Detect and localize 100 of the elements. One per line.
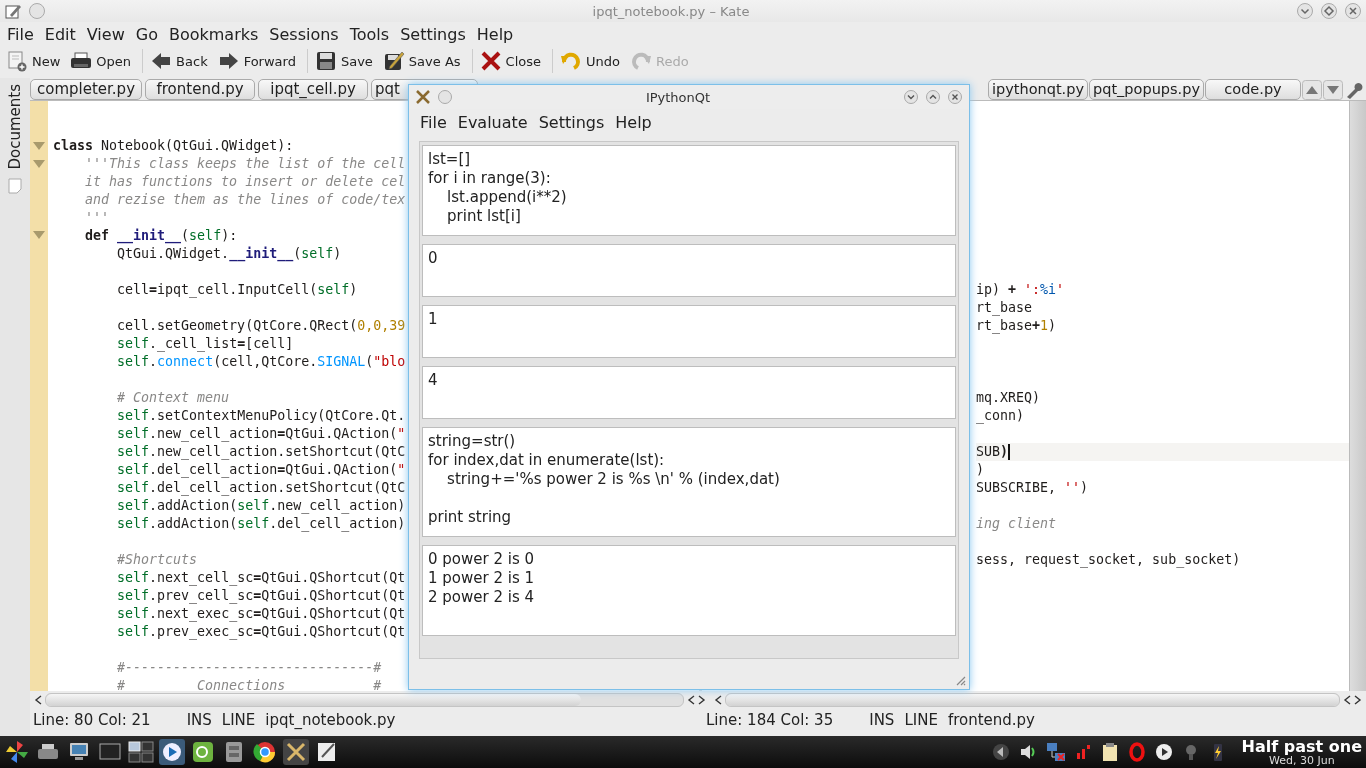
output-field[interactable]: 4 (422, 366, 956, 419)
code-line: sess, request_socket, sub_socket) (976, 551, 1241, 569)
output-field[interactable]: 0 power 2 is 0 1 power 2 is 1 2 power 2 is 4 (422, 545, 956, 636)
code-line: self.addAction(self.new_cell_action) (116, 497, 406, 515)
scroll-right-icon[interactable] (698, 695, 706, 705)
menu-item[interactable]: Edit (44, 24, 87, 44)
floppy-pencil-icon (382, 50, 405, 72)
menu-item[interactable]: Tools (349, 24, 401, 44)
menu-item[interactable]: Help (615, 112, 663, 132)
forward-button[interactable]: Forward (215, 48, 302, 74)
document-tab[interactable]: completer.py (30, 79, 143, 100)
scroll-left-icon[interactable] (714, 695, 722, 705)
clock-time[interactable]: Half past one (1241, 738, 1362, 755)
play-icon[interactable] (159, 739, 185, 765)
code-line: self.next_cell_sc=QtGui.QShortcut(Qt (116, 569, 406, 587)
document-tab[interactable]: ipqt_cell.py (258, 79, 369, 100)
document-tab[interactable]: ipythonqt.py (988, 79, 1089, 100)
scroll-right-icon[interactable] (1354, 695, 1362, 705)
menu-item[interactable]: Bookmarks (168, 24, 270, 44)
cursor-position: Line: 80 Col: 21 (33, 711, 151, 729)
code-input-field[interactable]: string=str() for index,dat in enumerate(lst): string+='%s power 2 is %s \n' % (index,dat) print string (422, 427, 956, 537)
text-cursor (1008, 444, 1011, 460)
output-field[interactable]: 1 (422, 305, 956, 358)
minimize-button[interactable] (903, 89, 919, 105)
open-button[interactable]: Open (68, 48, 138, 74)
code-line: cell.setGeometry(QtCore.QRect(0,0,39 (116, 317, 406, 335)
new-button[interactable]: New (4, 48, 67, 74)
code-line: SUB) (976, 443, 1009, 461)
output-field[interactable]: 0 (422, 244, 956, 297)
vertical-scrollbar[interactable] (1349, 101, 1366, 691)
round-app-icon[interactable] (252, 739, 278, 765)
code-line: QtGui.QWidget.__init__(self) (116, 245, 342, 263)
clock-date: Wed, 30 Jun (1268, 754, 1335, 766)
fold-marker-icon[interactable] (33, 231, 45, 240)
horizontal-scrollbar[interactable] (45, 693, 684, 707)
close-button[interactable] (1344, 2, 1362, 20)
code-line: '''This class keeps the list of the cell (84, 155, 406, 173)
code-line: self._cell_list=[cell] (116, 335, 294, 353)
code-line: self.new_cell_action=QtGui.QAction(" (116, 425, 406, 443)
code-line: mq.XREQ) (976, 389, 1041, 407)
code-line: SUBSCRIBE, '') (976, 479, 1089, 497)
code-line: ip) + ':%i' (976, 281, 1065, 299)
code-line: self.prev_exec_sc=QtGui.QShortcut(Qt (116, 623, 406, 641)
pinwheel-icon[interactable] (4, 739, 30, 765)
scroll-left-icon[interactable] (687, 695, 695, 705)
code-input-field[interactable]: lst=[] for i in range(3): lst.append(i**2) print lst[i] (422, 145, 956, 236)
window-title: ipqt_notebook.py – Kate (592, 3, 750, 19)
scroll-left-icon[interactable] (34, 695, 42, 705)
code-line: #-------------------------------# (116, 659, 382, 677)
saveas-button[interactable]: Save As (380, 48, 467, 74)
code-line: self.del_cell_action=QtGui.QAction(" (116, 461, 406, 479)
fold-marker-icon[interactable] (33, 141, 45, 150)
scroll-down-icon[interactable] (1323, 79, 1343, 100)
document-tab[interactable]: pqt_popups.py (1089, 79, 1204, 100)
undo-button[interactable]: Undo (558, 48, 626, 74)
code-line: ) (976, 461, 984, 479)
insert-mode: INS (869, 711, 895, 729)
menu-item[interactable]: Sessions (269, 24, 350, 44)
pager-icon[interactable] (128, 739, 154, 765)
back-button[interactable]: Back (148, 48, 214, 74)
selection-mode: LINE (904, 711, 938, 729)
close-button[interactable]: Close (477, 48, 547, 74)
document-tab[interactable]: code.py (1205, 79, 1301, 100)
close-icon (479, 50, 502, 72)
code-line: rt_base+1) (976, 317, 1057, 335)
code-line: self.addAction(self.del_cell_action) (116, 515, 406, 533)
code-line: # Context menu (116, 389, 230, 407)
crossed-tools-icon[interactable] (415, 89, 431, 105)
save-button[interactable]: Save (312, 48, 379, 74)
horizontal-scrollbar[interactable] (725, 693, 1340, 707)
code-line: self.setContextMenuPolicy(QtCore.Qt. (116, 407, 406, 425)
close-button[interactable] (947, 89, 963, 105)
documents-tab[interactable]: Documents (4, 80, 26, 174)
menu-item[interactable]: Help (476, 24, 525, 44)
maximize-button[interactable] (925, 89, 941, 105)
pencil-icon[interactable] (4, 2, 22, 20)
menu-item[interactable]: File (420, 112, 458, 132)
code-line: self.connect(cell,QtCore.SIGNAL("blo (116, 353, 406, 371)
cube-app-icon[interactable] (190, 739, 216, 765)
code-line: and rezise them as the lines of code/tex (84, 191, 406, 209)
scroll-left-icon[interactable] (1343, 695, 1351, 705)
undo-icon (560, 50, 582, 72)
document-icon (8, 177, 22, 194)
network-icon[interactable] (1044, 741, 1067, 763)
scroll-up-icon[interactable] (1302, 79, 1322, 100)
menu-item[interactable]: Evaluate (457, 112, 539, 132)
fold-marker-icon[interactable] (33, 159, 45, 168)
menu-item[interactable]: Settings (400, 24, 477, 44)
menu-item[interactable]: View (86, 24, 136, 44)
maximize-button[interactable] (1320, 2, 1338, 20)
menu-item[interactable]: Go (135, 24, 169, 44)
code-line: ing client (976, 515, 1057, 533)
document-tab[interactable]: frontend.py (145, 79, 256, 100)
resize-grip-icon[interactable] (954, 674, 966, 686)
back-arrow-icon (150, 50, 173, 72)
crossed-tools-icon[interactable] (283, 739, 309, 765)
menu-item[interactable]: Settings (538, 112, 616, 132)
code-line: self.del_cell_action.setShortcut(QtC (116, 479, 406, 497)
menu-item[interactable]: File (7, 24, 45, 44)
cursor-position: Line: 184 Col: 35 (706, 711, 834, 729)
